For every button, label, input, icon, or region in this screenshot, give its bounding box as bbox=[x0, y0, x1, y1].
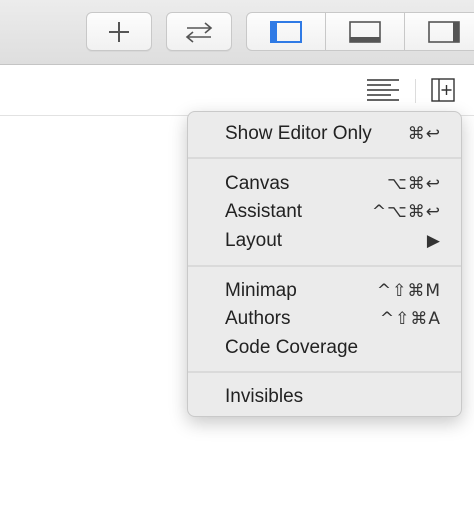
menu-item-label: Canvas bbox=[225, 173, 290, 194]
toggle-navigator-button[interactable] bbox=[247, 13, 326, 50]
menu-item-invisibles[interactable]: Invisibles bbox=[188, 383, 461, 411]
menu-separator bbox=[188, 157, 461, 159]
menu-item-code-coverage[interactable]: Code Coverage bbox=[188, 334, 461, 362]
panel-toggle-group bbox=[246, 12, 474, 51]
menu-item-label: Assistant bbox=[225, 201, 303, 222]
window-toolbar bbox=[0, 0, 474, 65]
menu-item-label: Authors bbox=[225, 308, 291, 329]
add-button[interactable] bbox=[86, 12, 152, 51]
menu-separator bbox=[188, 371, 461, 373]
menu-item-minimap[interactable]: Minimap ^⇧⌘M bbox=[188, 277, 461, 305]
menu-item-shortcut: ^⇧⌘M bbox=[376, 281, 441, 301]
menu-item-label: Code Coverage bbox=[225, 337, 359, 358]
menu-separator bbox=[188, 265, 461, 267]
menu-item-assistant[interactable]: Assistant ^⌥⌘↩ bbox=[188, 198, 461, 226]
menu-item-shortcut: ⌘↩ bbox=[407, 124, 441, 144]
menu-item-shortcut: ⌥⌘↩ bbox=[387, 174, 441, 194]
plus-icon bbox=[109, 21, 129, 42]
menu-item-label: Minimap bbox=[225, 280, 297, 301]
editor-options-button[interactable] bbox=[366, 78, 400, 102]
left-panel-icon bbox=[270, 20, 302, 43]
editor-jump-bar bbox=[0, 65, 474, 116]
swap-button[interactable] bbox=[166, 12, 232, 51]
menu-item-shortcut: ^⇧⌘A bbox=[379, 309, 441, 329]
menu-item-shortcut: ^⌥⌘↩ bbox=[371, 202, 441, 222]
bottom-panel-icon bbox=[349, 20, 381, 43]
menu-item-label: Invisibles bbox=[225, 386, 304, 407]
toggle-debug-area-button[interactable] bbox=[326, 13, 405, 50]
submenu-arrow-icon: ▶ bbox=[426, 231, 441, 251]
add-editor-button[interactable] bbox=[431, 78, 455, 102]
menu-item-show-editor-only[interactable]: Show Editor Only ⌘↩ bbox=[188, 120, 461, 148]
menu-item-layout[interactable]: Layout ▶ bbox=[188, 227, 461, 255]
editor-options-menu: Show Editor Only ⌘↩ Canvas ⌥⌘↩ Assistant… bbox=[187, 111, 462, 417]
add-editor-icon bbox=[431, 78, 455, 102]
swap-arrows-icon bbox=[185, 21, 213, 43]
menu-item-label: Layout bbox=[225, 230, 283, 251]
menu-item-authors[interactable]: Authors ^⇧⌘A bbox=[188, 305, 461, 333]
toggle-inspector-button[interactable] bbox=[405, 13, 474, 50]
right-panel-icon bbox=[428, 20, 460, 43]
lines-icon bbox=[367, 79, 399, 101]
jump-bar-divider bbox=[415, 79, 416, 103]
menu-item-canvas[interactable]: Canvas ⌥⌘↩ bbox=[188, 170, 461, 198]
menu-item-label: Show Editor Only bbox=[225, 123, 372, 144]
